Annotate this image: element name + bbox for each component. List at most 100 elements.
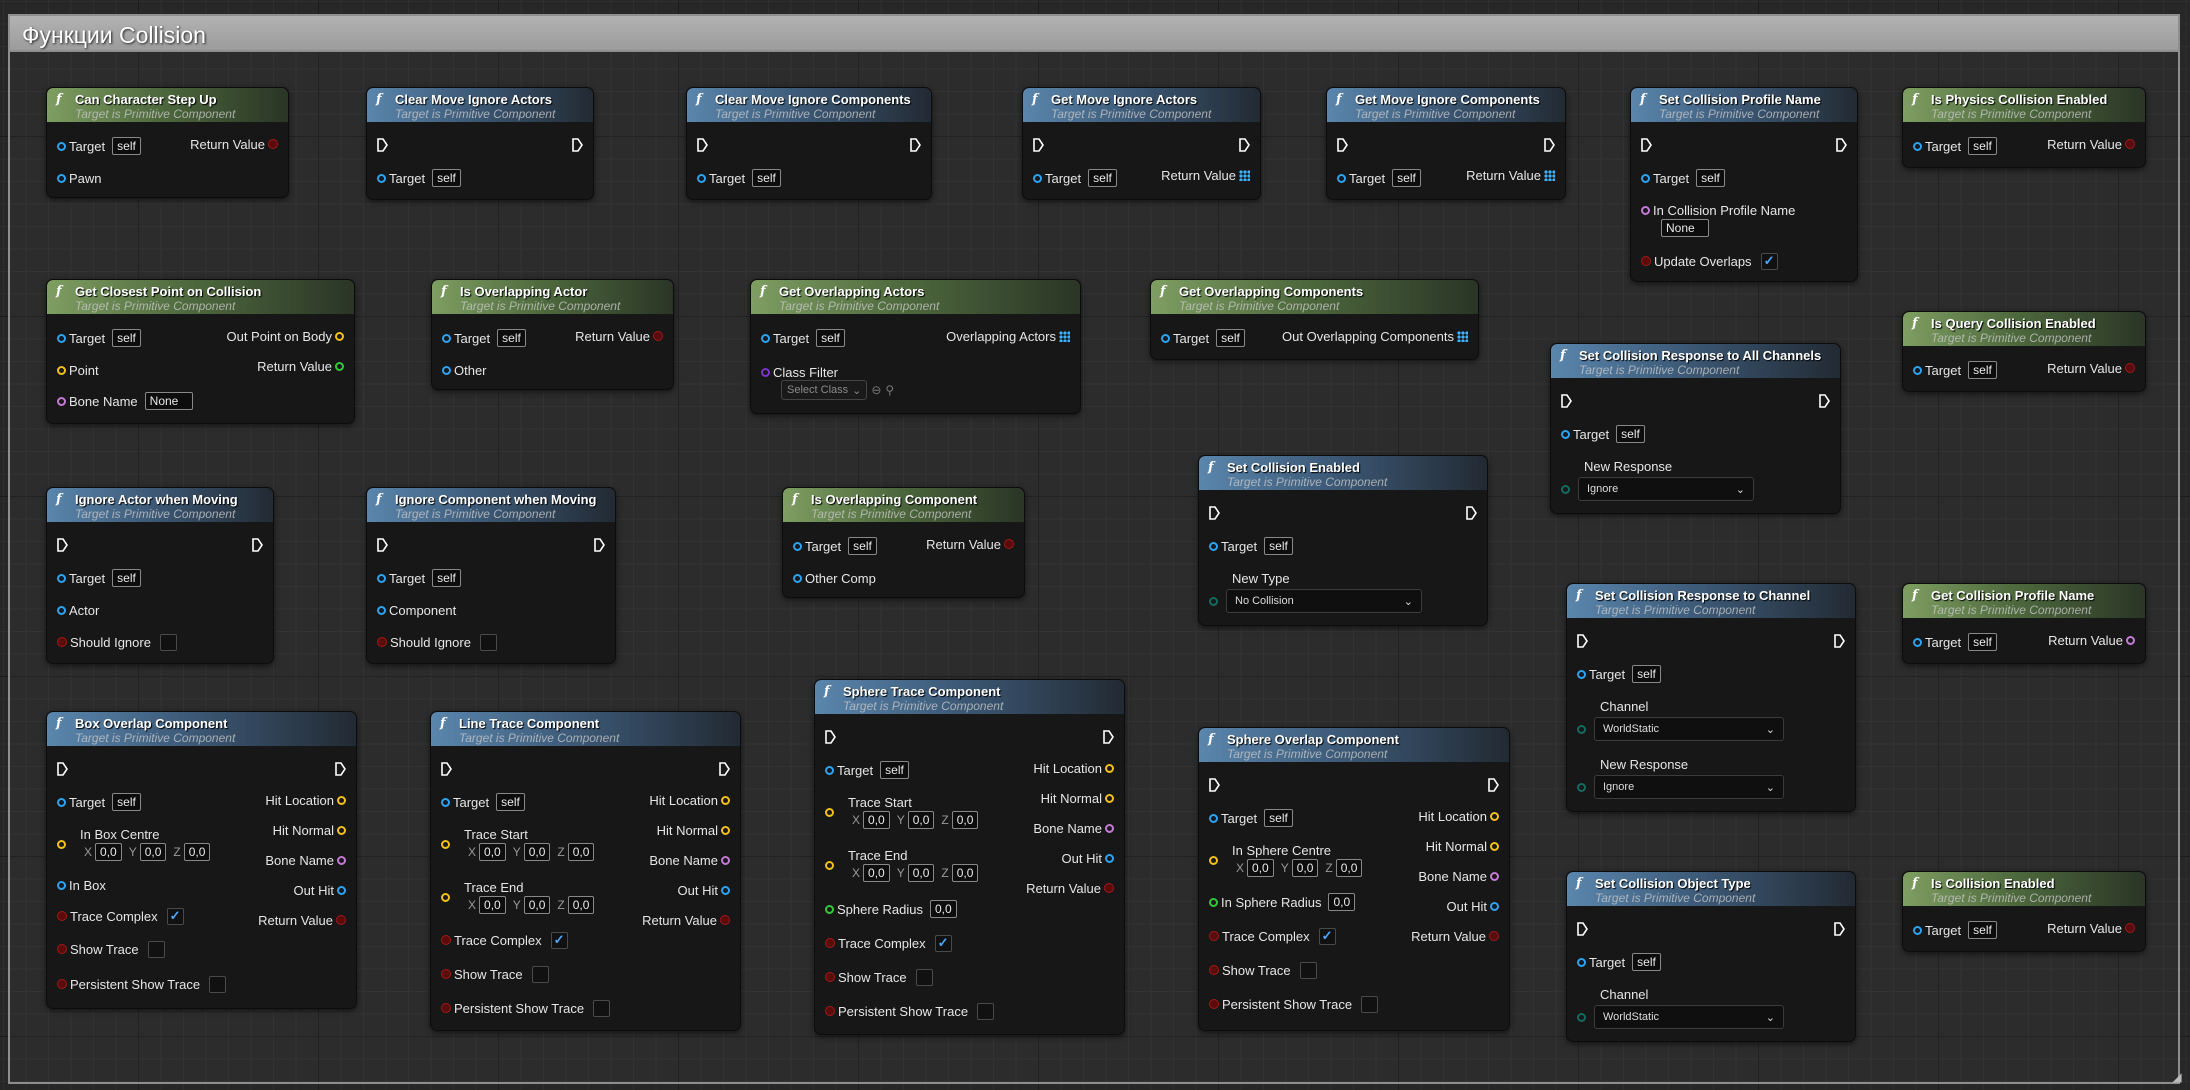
vector-pin-icon[interactable] bbox=[825, 807, 834, 817]
exec-pin-icon[interactable] bbox=[1577, 922, 1588, 936]
pin-target[interactable]: Target self bbox=[1161, 329, 1245, 347]
persistent-show-trace-checkbox[interactable] bbox=[209, 975, 227, 993]
exec-pin-icon[interactable] bbox=[697, 138, 708, 152]
pin-out-overlapping-components[interactable]: Out Overlapping Components bbox=[1279, 327, 1468, 345]
persistent-show-trace-checkbox[interactable] bbox=[593, 999, 611, 1017]
exec-in[interactable] bbox=[1209, 776, 1220, 794]
self-field[interactable]: self bbox=[848, 537, 877, 555]
pin-new-response[interactable]: Ignore ⌄ bbox=[1577, 775, 1784, 799]
object-pin-icon[interactable] bbox=[1561, 429, 1570, 439]
node-clear-move-ignore-actors[interactable]: f Clear Move Ignore Actors Target is Pri… bbox=[366, 87, 594, 200]
exec-pin-icon[interactable] bbox=[377, 538, 388, 552]
bool-pin-icon[interactable] bbox=[1641, 256, 1651, 266]
pin-target[interactable]: Target self bbox=[1577, 665, 1661, 683]
node-get-overlapping-components[interactable]: f Get Overlapping Components Target is P… bbox=[1150, 279, 1479, 360]
self-field[interactable]: self bbox=[880, 761, 909, 779]
show-trace-checkbox[interactable] bbox=[531, 965, 549, 983]
struct-pin-icon[interactable] bbox=[721, 885, 730, 895]
self-field[interactable]: self bbox=[1696, 169, 1725, 187]
object-pin-icon[interactable] bbox=[57, 141, 66, 151]
bool-pin-icon[interactable] bbox=[2125, 363, 2135, 373]
pin-target[interactable]: Target self bbox=[1641, 169, 1725, 187]
object-pin-icon[interactable] bbox=[825, 765, 834, 775]
vector-pin-icon[interactable] bbox=[335, 331, 344, 341]
exec-pin-icon[interactable] bbox=[910, 138, 921, 152]
self-field[interactable]: self bbox=[1968, 361, 1997, 379]
array-pin-icon[interactable] bbox=[1059, 330, 1070, 342]
z-field[interactable]: 0,0 bbox=[183, 843, 211, 861]
pin-out-hit[interactable]: Out Hit bbox=[1444, 897, 1499, 915]
pin-hit-normal[interactable]: Hit Normal bbox=[1423, 837, 1499, 855]
pin-target[interactable]: Target self bbox=[377, 569, 461, 587]
pin-trace-end[interactable] bbox=[825, 856, 834, 874]
exec-out[interactable] bbox=[1544, 136, 1555, 154]
exec-out[interactable] bbox=[1103, 728, 1114, 746]
bool-pin-icon[interactable] bbox=[1489, 931, 1499, 941]
node-box-overlap-component[interactable]: f Box Overlap Component Target is Primit… bbox=[46, 711, 357, 1009]
exec-in[interactable] bbox=[441, 760, 452, 778]
node-is-physics-collision-enabled[interactable]: f Is Physics Collision Enabled Target is… bbox=[1902, 87, 2146, 168]
pin-bone-name[interactable]: Bone Name bbox=[1415, 867, 1499, 885]
exec-in[interactable] bbox=[1337, 136, 1348, 154]
search-icon[interactable]: ⚲ bbox=[885, 383, 894, 397]
bool-pin-icon[interactable] bbox=[1209, 965, 1219, 975]
self-field[interactable]: self bbox=[1632, 665, 1661, 683]
struct-pin-icon[interactable] bbox=[1105, 853, 1114, 863]
pin-show-trace[interactable]: Show Trace bbox=[57, 940, 165, 958]
object-pin-icon[interactable] bbox=[1913, 365, 1922, 375]
x-field[interactable]: 0,0 bbox=[1247, 859, 1274, 877]
pin-trace-complex[interactable]: Trace Complex bbox=[57, 907, 184, 925]
name-pin-icon[interactable] bbox=[57, 396, 66, 406]
pin-in-box-centre[interactable] bbox=[57, 835, 66, 853]
node-set-collision-object-type[interactable]: f Set Collision Object Type Target is Pr… bbox=[1566, 871, 1856, 1042]
self-field[interactable]: self bbox=[112, 137, 141, 155]
pin-in-collision-profile-name[interactable]: In Collision Profile Name bbox=[1641, 201, 1798, 219]
vector-pin-icon[interactable] bbox=[721, 825, 730, 835]
exec-in[interactable] bbox=[1641, 136, 1652, 154]
pin-target[interactable]: Target self bbox=[1577, 953, 1661, 971]
self-field[interactable]: self bbox=[1264, 809, 1293, 827]
object-pin-icon[interactable] bbox=[1577, 957, 1586, 967]
x-field[interactable]: 0,0 bbox=[863, 811, 890, 829]
node-set-collision-response-to-channel[interactable]: f Set Collision Response to Channel Targ… bbox=[1566, 583, 1856, 812]
y-field[interactable]: 0,0 bbox=[139, 843, 167, 861]
y-field[interactable]: 0,0 bbox=[523, 843, 551, 861]
x-field[interactable]: 0,0 bbox=[479, 896, 506, 914]
object-pin-icon[interactable] bbox=[1209, 541, 1218, 551]
self-field[interactable]: self bbox=[496, 793, 525, 811]
bool-pin-icon[interactable] bbox=[441, 935, 451, 945]
node-get-move-ignore-actors[interactable]: f Get Move Ignore Actors Target is Primi… bbox=[1022, 87, 1261, 200]
pin-in-sphere-centre[interactable] bbox=[1209, 851, 1218, 869]
pin-new-type[interactable]: No Collision ⌄ bbox=[1209, 589, 1422, 613]
pin-return-value[interactable]: Return Value bbox=[1463, 166, 1555, 184]
name-pin-icon[interactable] bbox=[1490, 871, 1499, 881]
vector-pin-icon[interactable] bbox=[1209, 855, 1218, 865]
array-pin-icon[interactable] bbox=[1544, 169, 1555, 181]
exec-in[interactable] bbox=[1561, 392, 1572, 410]
pin-in-box[interactable]: In Box bbox=[57, 876, 109, 894]
exec-pin-icon[interactable] bbox=[377, 138, 388, 152]
comment-header[interactable]: Функции Collision bbox=[8, 14, 2180, 52]
pin-return-value[interactable]: Return Value bbox=[2045, 631, 2135, 649]
self-field[interactable]: self bbox=[1632, 953, 1661, 971]
exec-pin-icon[interactable] bbox=[1819, 394, 1830, 408]
pin-trace-start[interactable] bbox=[441, 835, 450, 853]
array-pin-icon[interactable] bbox=[1457, 330, 1468, 342]
exec-pin-icon[interactable] bbox=[1834, 922, 1845, 936]
pin-target[interactable]: Target self bbox=[441, 793, 525, 811]
pin-return-value[interactable]: Return Value bbox=[2044, 135, 2135, 153]
exec-pin-icon[interactable] bbox=[57, 538, 68, 552]
bool-pin-icon[interactable] bbox=[57, 637, 67, 647]
pin-persistent-show-trace[interactable]: Persistent Show Trace bbox=[441, 999, 611, 1017]
object-pin-icon[interactable] bbox=[1913, 637, 1922, 647]
object-pin-icon[interactable] bbox=[1913, 925, 1922, 935]
browse-back-icon[interactable]: ⊖ bbox=[871, 383, 881, 397]
object-pin-icon[interactable] bbox=[1033, 173, 1042, 183]
node-ignore-component-when-moving[interactable]: f Ignore Component when Moving Target is… bbox=[366, 487, 616, 664]
z-field[interactable]: 0,0 bbox=[951, 864, 979, 882]
node-can-character-step-up[interactable]: f Can Character Step Up Target is Primit… bbox=[46, 87, 289, 198]
pin-return-value[interactable]: Return Value bbox=[639, 911, 730, 929]
exec-out[interactable] bbox=[1488, 776, 1499, 794]
persistent-show-trace-checkbox[interactable] bbox=[977, 1002, 995, 1020]
pin-target[interactable]: Target self bbox=[377, 169, 461, 187]
